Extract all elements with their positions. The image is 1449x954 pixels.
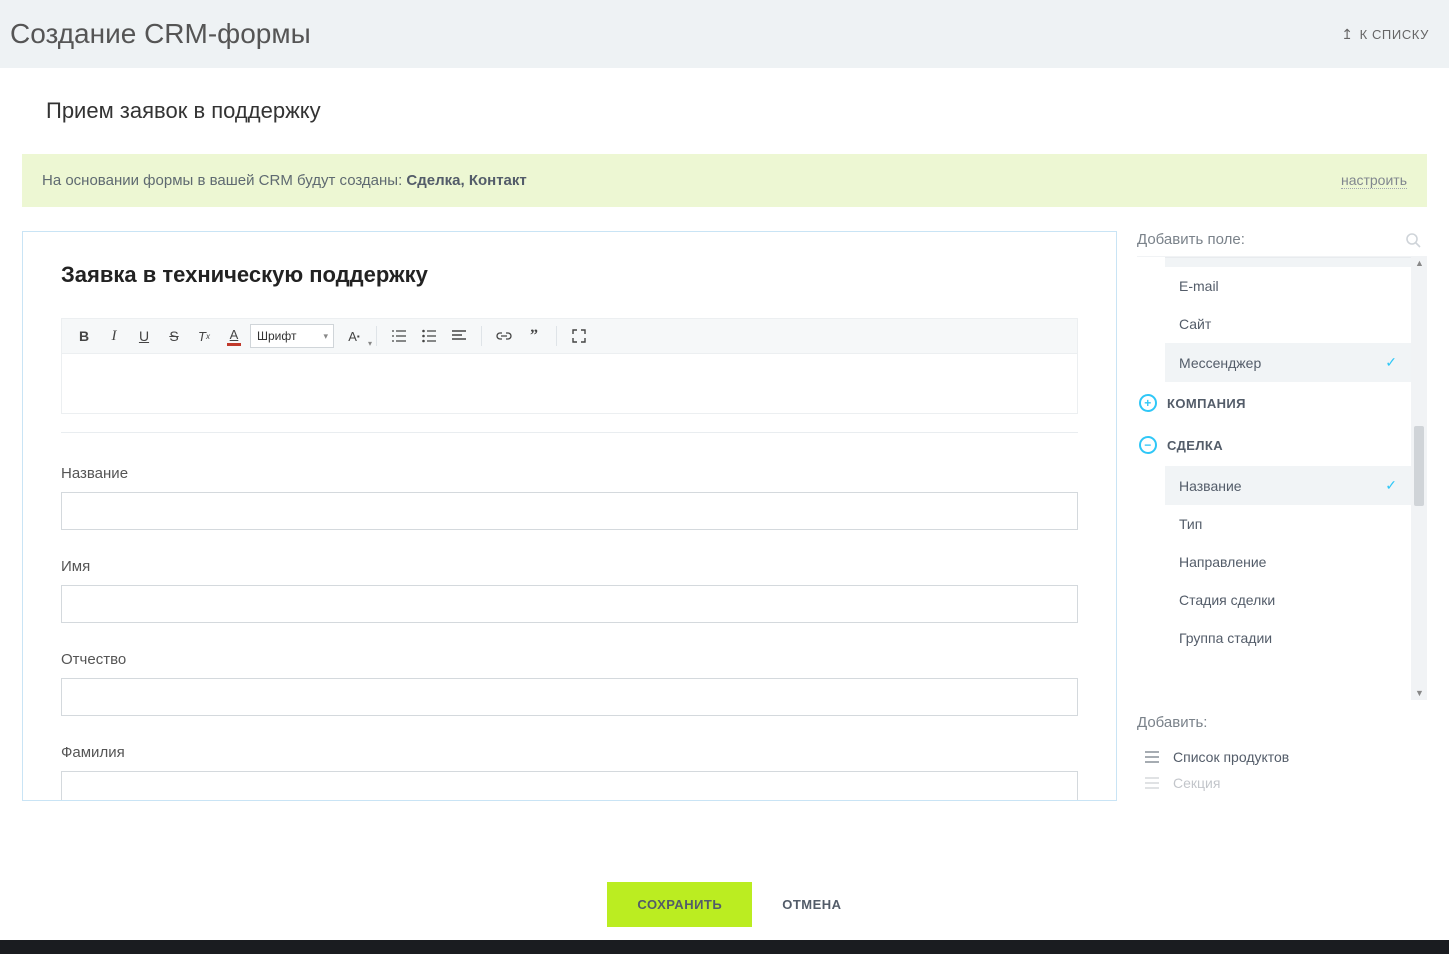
scrollbar[interactable]: ▲ ▼ [1411, 256, 1427, 700]
search-icon[interactable] [1405, 232, 1421, 248]
add-item-label: Список продуктов [1173, 749, 1289, 765]
list-icon [1145, 751, 1159, 763]
field-item-deal-direction[interactable]: Направление [1137, 543, 1411, 581]
ordered-list-button[interactable] [385, 322, 413, 350]
footer-bar: СОХРАНИТЬ ОТМЕНА [0, 868, 1449, 940]
back-link-label: К СПИСКУ [1360, 27, 1429, 42]
field-label: Отчество [61, 651, 1078, 668]
underline-button[interactable]: U [130, 322, 158, 350]
plus-circle-icon: + [1139, 394, 1157, 412]
field-label: Имя [61, 558, 1078, 575]
separator [61, 432, 1078, 433]
field-item-site[interactable]: Сайт [1137, 305, 1411, 343]
configure-link[interactable]: настроить [1341, 172, 1407, 189]
field-item-label: Сайт [1179, 316, 1211, 332]
expand-icon [572, 329, 586, 343]
content-area: Прием заявок в поддержку На основании фо… [0, 68, 1449, 801]
field-item-deal-type[interactable]: Тип [1137, 505, 1411, 543]
form-heading: Заявка в техническую поддержку [61, 262, 1078, 288]
field-item-label: Направление [1179, 554, 1266, 570]
banner-entities: Сделка, Контакт [406, 172, 526, 189]
field-block: Название [61, 465, 1078, 530]
clear-format-button[interactable]: Tx [190, 322, 218, 350]
editor-panel: Заявка в техническую поддержку B I U S T… [22, 231, 1117, 801]
field-item-label: E-mail [1179, 278, 1219, 294]
page-title: Создание CRM-формы [10, 18, 311, 50]
field-item-deal-stage[interactable]: Стадия сделки [1137, 581, 1411, 619]
header-bar: Создание CRM-формы ↥ К СПИСКУ [0, 0, 1449, 68]
list-icon [1145, 777, 1159, 789]
field-block: Фамилия [61, 744, 1078, 801]
field-list[interactable]: E-mail Сайт Мессенджер ✓ + КОМПАНИЯ − [1137, 256, 1411, 700]
toolbar-separator [556, 326, 557, 346]
side-panel: Добавить поле: E-mail Сайт Мессенджер [1137, 231, 1427, 801]
editor-row: Заявка в техническую поддержку B I U S T… [22, 231, 1427, 801]
font-size-button[interactable]: A▪ [340, 322, 368, 350]
add-product-list[interactable]: Список продуктов [1137, 739, 1427, 775]
back-to-list-link[interactable]: ↥ К СПИСКУ [1341, 26, 1429, 43]
cancel-button[interactable]: ОТМЕНА [782, 897, 841, 912]
ordered-list-icon [392, 329, 406, 343]
add-item-label: Секция [1173, 775, 1220, 791]
font-select-value: Шрифт [257, 329, 296, 343]
taskbar-strip [0, 940, 1449, 954]
add-field-header: Добавить поле: [1137, 231, 1427, 256]
field-list-wrap: E-mail Сайт Мессенджер ✓ + КОМПАНИЯ − [1137, 256, 1427, 700]
link-button[interactable] [490, 322, 518, 350]
scroll-up-icon[interactable]: ▲ [1415, 258, 1424, 268]
rte-toolbar: B I U S Tx A Шрифт A▪ [61, 318, 1078, 354]
info-banner: На основании формы в вашей CRM будут соз… [22, 154, 1427, 207]
toolbar-separator [376, 326, 377, 346]
minus-circle-icon: − [1139, 436, 1157, 454]
group-label: КОМПАНИЯ [1167, 396, 1246, 411]
font-family-select[interactable]: Шрифт [250, 324, 334, 348]
field-item-email[interactable]: E-mail [1137, 267, 1411, 305]
field-block: Отчество [61, 651, 1078, 716]
check-icon: ✓ [1385, 354, 1397, 371]
field-label: Название [61, 465, 1078, 482]
add-field-label: Добавить поле: [1137, 231, 1245, 248]
group-label: СДЕЛКА [1167, 438, 1223, 453]
text-color-button[interactable]: A [220, 322, 248, 350]
field-item-messenger[interactable]: Мессенджер ✓ [1165, 343, 1411, 382]
field-item-deal-name[interactable]: Название ✓ [1165, 466, 1411, 505]
scroll-thumb[interactable] [1414, 426, 1424, 506]
italic-button[interactable]: I [100, 322, 128, 350]
strikethrough-button[interactable]: S [160, 322, 188, 350]
field-item-label: Название [1179, 478, 1242, 494]
unordered-list-icon [422, 329, 436, 343]
banner-text: На основании формы в вашей CRM будут соз… [42, 172, 527, 189]
add-section[interactable]: Секция [1137, 775, 1427, 801]
scroll-down-icon[interactable]: ▼ [1415, 688, 1424, 698]
field-item-label: Группа стадии [1179, 630, 1272, 646]
banner-prefix: На основании формы в вашей CRM будут соз… [42, 172, 406, 189]
group-deal[interactable]: − СДЕЛКА [1137, 424, 1411, 466]
field-input-lastname[interactable] [61, 771, 1078, 801]
fullscreen-button[interactable] [565, 322, 593, 350]
field-input-firstname[interactable] [61, 585, 1078, 623]
check-icon: ✓ [1385, 477, 1397, 494]
field-block: Имя [61, 558, 1078, 623]
field-item-label: Тип [1179, 516, 1202, 532]
add-section-label: Добавить: [1137, 714, 1427, 731]
save-button[interactable]: СОХРАНИТЬ [607, 882, 752, 927]
field-item-label: Мессенджер [1179, 355, 1261, 371]
unordered-list-button[interactable] [415, 322, 443, 350]
align-button[interactable] [445, 322, 473, 350]
form-name: Прием заявок в поддержку [46, 98, 1427, 124]
rte-body[interactable] [61, 354, 1078, 414]
bold-button[interactable]: B [70, 322, 98, 350]
align-icon [452, 330, 466, 342]
link-icon [496, 331, 512, 341]
up-arrow-icon: ↥ [1341, 26, 1353, 43]
quote-button[interactable]: ” [520, 322, 548, 350]
field-item-label: Стадия сделки [1179, 592, 1275, 608]
toolbar-separator [481, 326, 482, 346]
field-label: Фамилия [61, 744, 1078, 761]
field-item-deal-stage-group[interactable]: Группа стадии [1137, 619, 1411, 657]
group-company[interactable]: + КОМПАНИЯ [1137, 382, 1411, 424]
field-input-middlename[interactable] [61, 678, 1078, 716]
field-input-title[interactable] [61, 492, 1078, 530]
